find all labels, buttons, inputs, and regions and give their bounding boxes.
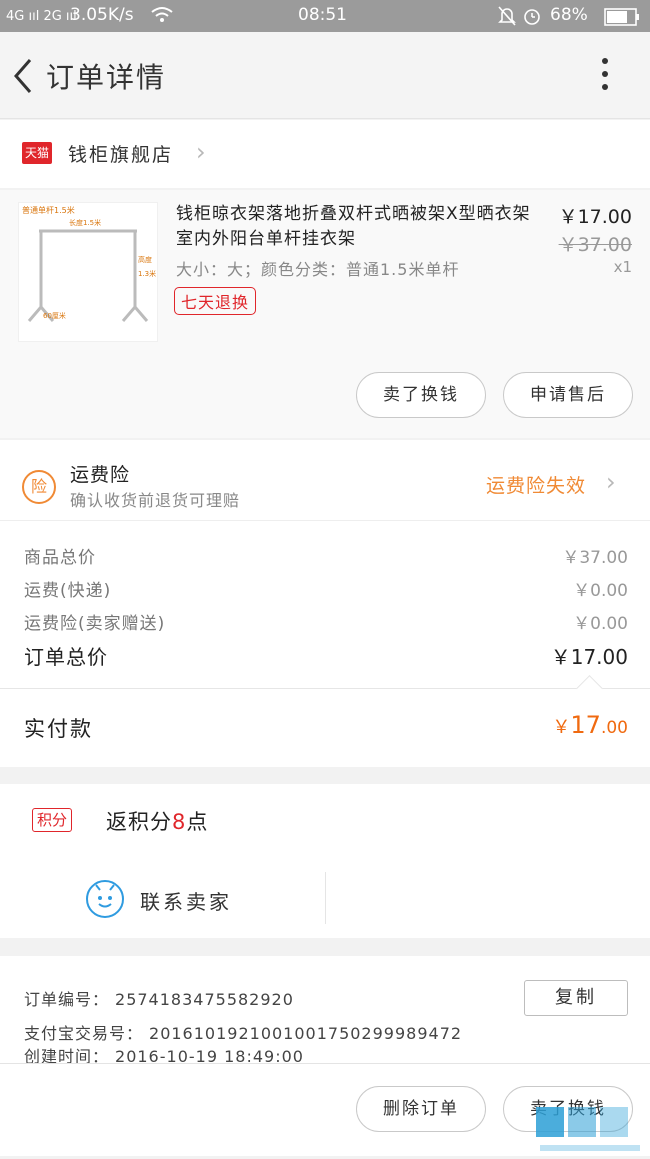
contact-seller-icon[interactable] bbox=[86, 880, 124, 918]
battery-percent: 68% bbox=[550, 5, 588, 25]
product-original-price: ￥37.00 bbox=[558, 234, 632, 256]
product-price: ￥17.00 bbox=[558, 206, 632, 228]
mute-icon bbox=[498, 6, 516, 31]
wifi-icon bbox=[150, 6, 174, 29]
points-badge: 积分 bbox=[32, 808, 73, 832]
battery-icon bbox=[604, 8, 640, 31]
divider bbox=[325, 872, 326, 924]
points-text: 返积分8点 bbox=[106, 806, 208, 836]
chevron-right-icon: › bbox=[606, 468, 616, 496]
image-label-top: 普通单杆1.5米 bbox=[22, 206, 75, 215]
page-title: 订单详情 bbox=[46, 61, 167, 94]
network-speed: 3.05K/s bbox=[70, 5, 134, 25]
network-indicator: 4G ııl 2G ııl bbox=[6, 9, 77, 24]
image-label-height-value: 1.3米 bbox=[138, 270, 157, 278]
points-count: 8 bbox=[172, 810, 187, 834]
insurance-fee-value: ￥0.00 bbox=[573, 614, 628, 634]
chevron-right-icon: › bbox=[196, 138, 206, 166]
store-name[interactable]: 钱柜旗舰店 bbox=[68, 140, 173, 167]
tmall-badge: 天猫 bbox=[22, 142, 52, 164]
after-sale-button[interactable]: 申请售后 bbox=[503, 372, 633, 418]
subtotal-value: ￥37.00 bbox=[562, 548, 628, 568]
cost-breakdown: 商品总价 ￥37.00 运费(快递) ￥0.00 运费险(卖家赠送) ￥0.00… bbox=[0, 520, 650, 689]
product-title[interactable]: 钱柜晾衣架落地折叠双杆式晒被架X型晒衣架室内外阳台单杆挂衣架 bbox=[176, 202, 536, 252]
shipping-insurance-row[interactable]: 险 运费险 确认收货前退货可理赔 运费险失效 › bbox=[0, 440, 650, 520]
paid-integer: 17 bbox=[570, 711, 601, 739]
title-bar: 订单详情 bbox=[0, 32, 650, 119]
paid-label: 实付款 bbox=[24, 717, 93, 741]
product-quantity: x1 bbox=[613, 258, 632, 276]
alipay-number: 2016101921001001750299989472 bbox=[149, 1024, 463, 1043]
clock-time: 08:51 bbox=[298, 5, 347, 25]
more-options-icon[interactable] bbox=[598, 58, 612, 96]
order-total-value: ￥17.00 bbox=[550, 645, 628, 669]
order-number-line: 订单编号： 2574183475582920 bbox=[24, 986, 294, 1010]
contact-seller-label[interactable]: 联系卖家 bbox=[140, 886, 232, 915]
image-label-height: 高度 bbox=[138, 256, 152, 264]
shipping-value: ￥0.00 bbox=[573, 581, 628, 601]
insurance-icon: 险 bbox=[22, 470, 56, 504]
order-number-label: 订单编号： bbox=[24, 990, 110, 1009]
paid-decimal: .00 bbox=[600, 718, 628, 738]
store-row[interactable]: 天猫 钱柜旗舰店 › bbox=[0, 120, 650, 188]
points-suffix: 点 bbox=[186, 810, 209, 834]
status-bar: 4G ııl 2G ııl 3.05K/s 08:51 68% bbox=[0, 0, 650, 32]
order-number: 2574183475582920 bbox=[115, 990, 294, 1009]
order-total-label: 订单总价 bbox=[24, 645, 108, 669]
product-spec: 大小：大；颜色分类：普通1.5米单杆 bbox=[176, 260, 460, 279]
insurance-subtitle: 确认收货前退货可理赔 bbox=[70, 491, 241, 510]
product-image[interactable]: 普通单杆1.5米 长度1.5米 高度 1.3米 60厘米 bbox=[18, 202, 158, 342]
subtotal-label: 商品总价 bbox=[24, 548, 96, 568]
order-info-section: 订单编号： 2574183475582920 复制 支付宝交易号： 20161019… bbox=[0, 956, 650, 1066]
insurance-title: 运费险 bbox=[70, 464, 131, 486]
points-contact-section: 积分 返积分8点 联系卖家 bbox=[0, 784, 650, 938]
delete-order-button[interactable]: 删除订单 bbox=[356, 1086, 486, 1132]
alipay-label: 支付宝交易号： bbox=[24, 1024, 144, 1043]
alipay-line: 支付宝交易号： 2016101921001001750299989472 bbox=[24, 1020, 462, 1044]
shipping-label: 运费(快递) bbox=[24, 581, 112, 601]
insurance-fee-label: 运费险(卖家赠送) bbox=[24, 614, 166, 634]
seven-day-return-tag: 七天退换 bbox=[174, 287, 257, 315]
points-prefix: 返积分 bbox=[106, 810, 172, 834]
back-arrow-icon[interactable] bbox=[10, 56, 38, 96]
watermark-logo bbox=[530, 1105, 650, 1155]
sell-button[interactable]: 卖了换钱 bbox=[356, 372, 486, 418]
image-label-inner: 长度1.5米 bbox=[69, 219, 102, 227]
paid-currency: ￥ bbox=[552, 717, 571, 738]
alarm-icon bbox=[522, 6, 542, 31]
product-card[interactable]: 普通单杆1.5米 长度1.5米 高度 1.3米 60厘米 钱柜晾衣架落地折叠双杆… bbox=[0, 190, 650, 438]
insurance-status[interactable]: 运费险失效 bbox=[486, 471, 586, 498]
paid-value: ￥17.00 bbox=[552, 711, 628, 739]
image-label-bottom: 60厘米 bbox=[43, 312, 66, 320]
paid-amount-row: 实付款 ￥17.00 bbox=[0, 675, 650, 767]
copy-button[interactable]: 复制 bbox=[524, 980, 628, 1016]
